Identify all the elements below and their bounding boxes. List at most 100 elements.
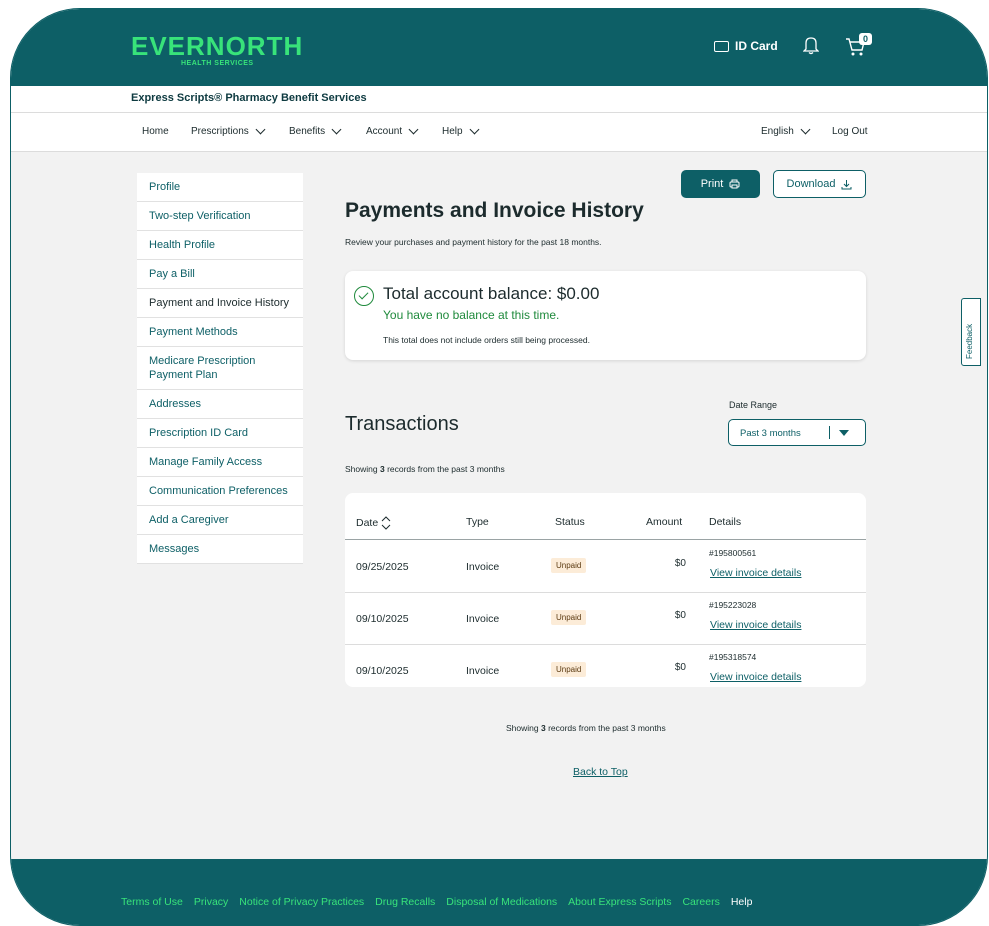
- id-card-icon: [714, 40, 729, 52]
- records-summary-bottom: Showing 3 records from the past 3 months: [506, 723, 666, 733]
- sidebar-item-prescription-id-card[interactable]: Prescription ID Card: [137, 419, 303, 448]
- nav-prescriptions-label: Prescriptions: [191, 126, 249, 137]
- brand-bar: Express Scripts® Pharmacy Benefit Servic…: [11, 86, 987, 113]
- page-title: Payments and Invoice History: [345, 199, 644, 222]
- date-range-select[interactable]: Past 3 months: [728, 419, 866, 446]
- sidebar-item-payment-invoice-history[interactable]: Payment and Invoice History: [137, 289, 303, 318]
- column-header-details: Details: [709, 516, 742, 528]
- bell-icon[interactable]: [803, 35, 819, 55]
- date-range-label: Date Range: [729, 400, 778, 410]
- column-date-label: Date: [356, 516, 379, 529]
- footer-link-about[interactable]: About Express Scripts: [568, 896, 671, 908]
- top-header: EVERNORTH HEALTH SERVICES ID Card 0: [11, 9, 987, 86]
- print-button[interactable]: Print: [681, 170, 760, 198]
- sort-icon: [381, 516, 391, 530]
- id-card-button[interactable]: ID Card: [714, 39, 778, 53]
- records-prefix: Showing: [506, 723, 541, 733]
- account-sidebar: Profile Two-step Verification Health Pro…: [137, 173, 303, 564]
- sidebar-item-add-caregiver[interactable]: Add a Caregiver: [137, 506, 303, 535]
- download-button[interactable]: Download: [773, 170, 866, 198]
- row-amount: $0: [674, 558, 686, 569]
- row-type: Invoice: [466, 561, 500, 573]
- app-frame: EVERNORTH HEALTH SERVICES ID Card 0 Expr…: [10, 8, 988, 926]
- footer-link-disposal[interactable]: Disposal of Medications: [446, 896, 557, 908]
- nav-home[interactable]: Home: [142, 126, 169, 137]
- row-type: Invoice: [466, 613, 500, 625]
- chevron-down-icon: [469, 124, 480, 135]
- nav-benefits[interactable]: Benefits: [289, 124, 342, 137]
- row-type: Invoice: [466, 665, 500, 677]
- sidebar-item-profile[interactable]: Profile: [137, 173, 303, 202]
- nav-account-label: Account: [366, 126, 403, 137]
- row-date: 09/10/2025: [356, 613, 409, 625]
- footer-link-help[interactable]: Help: [731, 896, 753, 908]
- view-invoice-link[interactable]: View invoice details: [710, 619, 801, 631]
- table-row: 09/10/2025 Invoice Unpaid $0 #195223028 …: [345, 592, 866, 645]
- nav-account[interactable]: Account: [366, 124, 419, 137]
- cart-button[interactable]: 0: [845, 33, 872, 57]
- chevron-down-icon: [408, 124, 419, 135]
- nav-benefits-label: Benefits: [289, 126, 326, 137]
- column-header-date[interactable]: Date: [356, 516, 391, 530]
- cart-count-badge: 0: [859, 33, 872, 45]
- date-range-value: Past 3 months: [740, 428, 801, 439]
- evernorth-logo[interactable]: EVERNORTH: [131, 31, 303, 62]
- footer: Terms of Use Privacy Notice of Privacy P…: [11, 859, 987, 925]
- chevron-down-icon: [800, 124, 811, 135]
- nav-help[interactable]: Help: [442, 124, 480, 137]
- sidebar-item-payment-methods[interactable]: Payment Methods: [137, 318, 303, 347]
- records-suffix: records from the past 3 months: [545, 723, 666, 733]
- sidebar-item-two-step-verification[interactable]: Two-step Verification: [137, 202, 303, 231]
- sidebar-item-manage-family-access[interactable]: Manage Family Access: [137, 448, 303, 477]
- view-invoice-link[interactable]: View invoice details: [710, 567, 801, 579]
- nav-prescriptions[interactable]: Prescriptions: [191, 124, 266, 137]
- row-amount: $0: [674, 610, 686, 621]
- transactions-table: Date Type Status Amount Details 09/25/20…: [345, 493, 866, 687]
- id-card-label: ID Card: [735, 39, 778, 53]
- records-suffix: records from the past 3 months: [384, 464, 505, 474]
- select-divider: [829, 426, 830, 439]
- table-row: 09/25/2025 Invoice Unpaid $0 #195800561 …: [345, 540, 866, 593]
- balance-message: You have no balance at this time.: [383, 308, 560, 322]
- row-date: 09/25/2025: [356, 561, 409, 573]
- sidebar-item-messages[interactable]: Messages: [137, 535, 303, 564]
- printer-icon: [729, 179, 740, 189]
- footer-link-privacy-practices[interactable]: Notice of Privacy Practices: [239, 896, 364, 908]
- balance-title: Total account balance: $0.00: [383, 284, 600, 303]
- nav-home-label: Home: [142, 126, 169, 137]
- logo-subtitle: HEALTH SERVICES: [181, 60, 254, 67]
- table-row: 09/10/2025 Invoice Unpaid $0 #195318574 …: [345, 644, 866, 696]
- language-label: English: [761, 126, 794, 137]
- sidebar-item-communication-preferences[interactable]: Communication Preferences: [137, 477, 303, 506]
- logout-label: Log Out: [832, 126, 868, 137]
- records-summary-top: Showing 3 records from the past 3 months: [345, 464, 505, 474]
- download-label: Download: [786, 178, 836, 190]
- balance-note: This total does not include orders still…: [383, 335, 590, 345]
- transactions-title: Transactions: [345, 413, 459, 435]
- language-select[interactable]: English: [761, 124, 811, 137]
- chevron-down-icon: [331, 124, 342, 135]
- balance-card: Total account balance: $0.00 You have no…: [345, 271, 866, 360]
- sidebar-item-addresses[interactable]: Addresses: [137, 390, 303, 419]
- back-to-top-link[interactable]: Back to Top: [573, 766, 628, 778]
- chevron-down-icon: [255, 124, 266, 135]
- view-invoice-link[interactable]: View invoice details: [710, 671, 801, 683]
- status-badge: Unpaid: [551, 610, 587, 625]
- brand-name: Express Scripts® Pharmacy Benefit Servic…: [131, 92, 367, 104]
- page-subtitle: Review your purchases and payment histor…: [345, 237, 602, 247]
- print-label: Print: [700, 178, 724, 190]
- invoice-number: #195800561: [709, 548, 757, 558]
- sidebar-item-medicare-payment-plan[interactable]: Medicare Prescription Payment Plan: [137, 347, 303, 390]
- sidebar-item-pay-a-bill[interactable]: Pay a Bill: [137, 260, 303, 289]
- footer-link-drug-recalls[interactable]: Drug Recalls: [375, 896, 435, 908]
- footer-link-terms[interactable]: Terms of Use: [121, 896, 183, 908]
- invoice-number: #195223028: [709, 600, 757, 610]
- footer-link-privacy[interactable]: Privacy: [194, 896, 228, 908]
- footer-links: Terms of Use Privacy Notice of Privacy P…: [121, 896, 752, 908]
- feedback-tab[interactable]: Feedback: [961, 298, 981, 366]
- sidebar-item-health-profile[interactable]: Health Profile: [137, 231, 303, 260]
- nav-help-label: Help: [442, 126, 463, 137]
- status-badge: Unpaid: [551, 662, 587, 677]
- logout-link[interactable]: Log Out: [832, 126, 868, 137]
- footer-link-careers[interactable]: Careers: [682, 896, 719, 908]
